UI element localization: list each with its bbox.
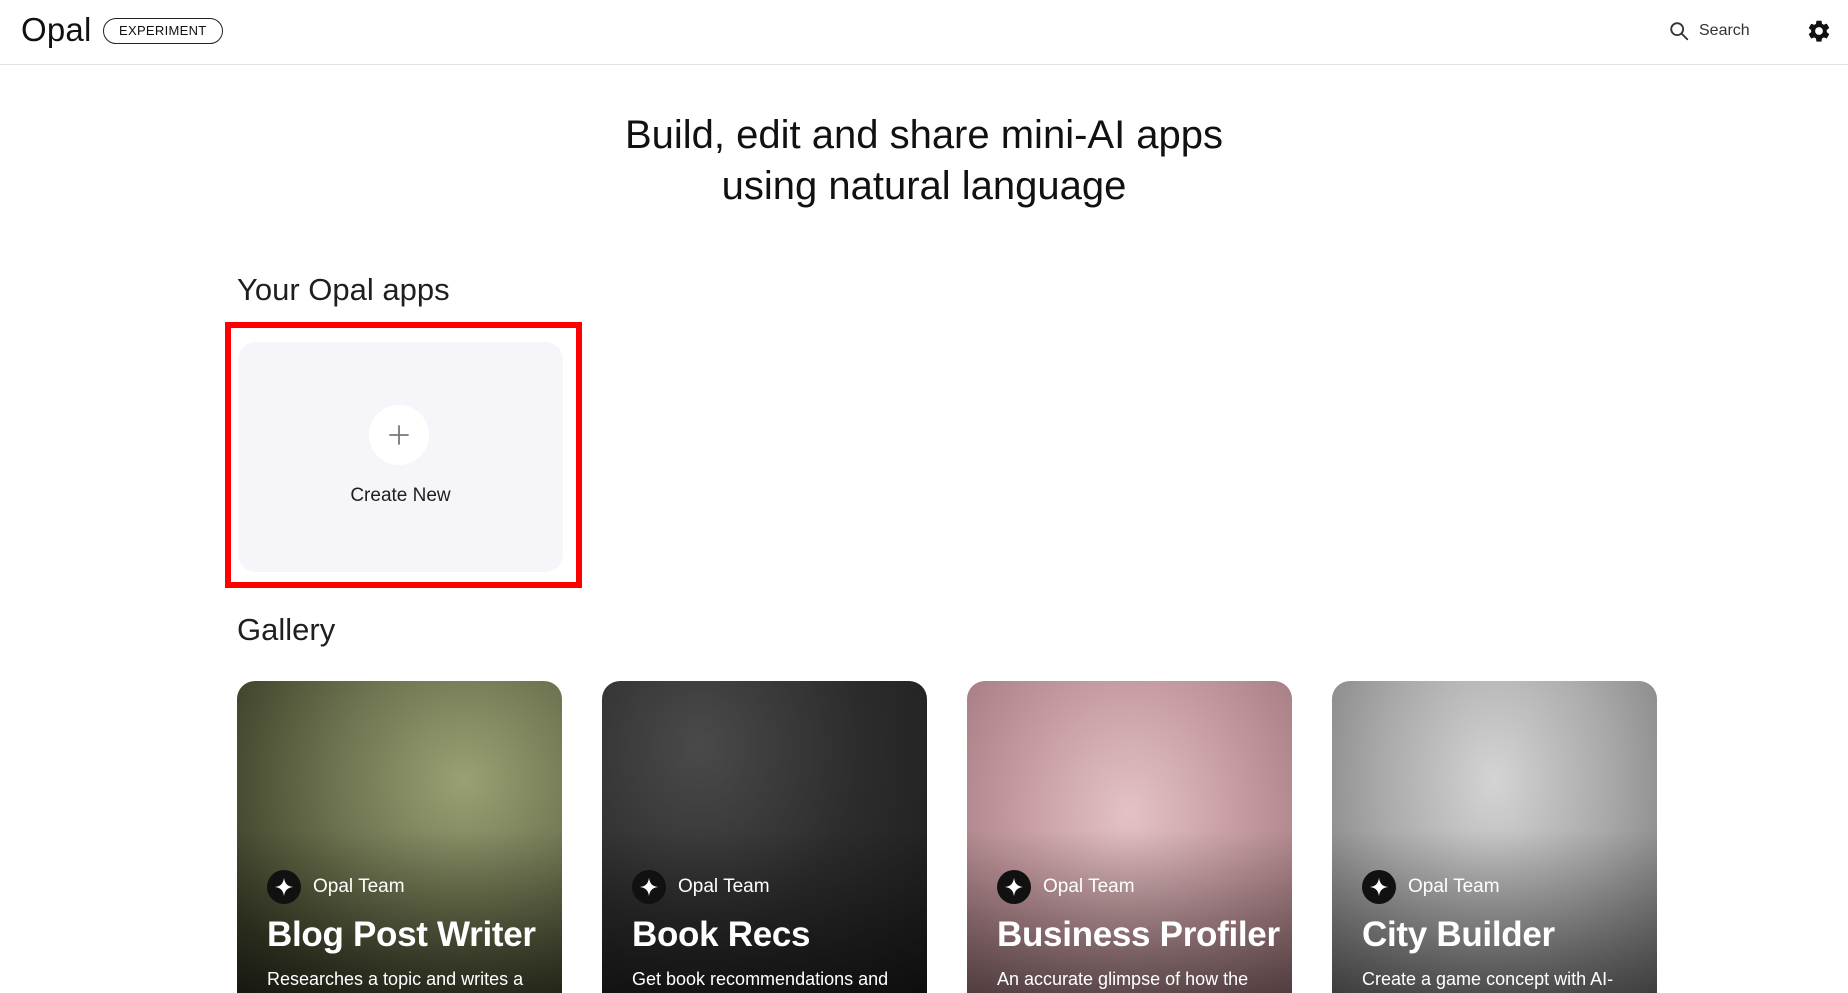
brand-logo[interactable]: Opal bbox=[21, 11, 92, 49]
sparkle-icon bbox=[1362, 870, 1396, 904]
sparkle-icon bbox=[632, 870, 666, 904]
gear-icon[interactable] bbox=[1806, 18, 1832, 44]
card-description: An accurate glimpse of how the bbox=[997, 969, 1249, 989]
card-author: Opal Team bbox=[632, 870, 770, 904]
card-author: Opal Team bbox=[1362, 870, 1500, 904]
experiment-badge: EXPERIMENT bbox=[103, 18, 223, 44]
card-title: Blog Post Writer bbox=[267, 915, 536, 954]
gallery-card-business-profiler[interactable]: Opal Team Business Profiler An accurate … bbox=[967, 681, 1292, 993]
card-description: Create a game concept with AI- bbox=[1362, 969, 1614, 989]
card-author: Opal Team bbox=[267, 870, 405, 904]
card-author-name: Opal Team bbox=[678, 876, 770, 897]
gallery-card-city-builder[interactable]: Opal Team City Builder Create a game con… bbox=[1332, 681, 1657, 993]
card-description: Get book recommendations and bbox=[632, 969, 889, 989]
top-bar: Opal EXPERIMENT Search bbox=[0, 0, 1848, 65]
create-new-label: Create New bbox=[350, 485, 451, 506]
hero-line-1: Build, edit and share mini-AI apps bbox=[624, 113, 1224, 157]
create-new-card[interactable]: Create New bbox=[238, 342, 563, 572]
plus-icon bbox=[389, 425, 409, 445]
card-title: Business Profiler bbox=[997, 915, 1280, 954]
hero-heading: Build, edit and share mini-AI apps using… bbox=[0, 110, 1848, 212]
gallery-title: Gallery bbox=[237, 612, 336, 647]
card-author-name: Opal Team bbox=[1043, 876, 1135, 897]
sparkle-icon bbox=[997, 870, 1031, 904]
search-label: Search bbox=[1699, 22, 1750, 39]
search-button[interactable]: Search bbox=[1668, 18, 1750, 44]
card-title: City Builder bbox=[1362, 915, 1555, 954]
card-description: Researches a topic and writes a bbox=[267, 969, 524, 989]
card-title: Book Recs bbox=[632, 915, 811, 954]
sparkle-icon bbox=[267, 870, 301, 904]
search-icon bbox=[1670, 22, 1689, 41]
card-author-name: Opal Team bbox=[313, 876, 405, 897]
gallery-card-book-recs[interactable]: Opal Team Book Recs Get book recommendat… bbox=[602, 681, 927, 993]
card-author-name: Opal Team bbox=[1408, 876, 1500, 897]
your-apps-title: Your Opal apps bbox=[237, 272, 450, 307]
hero-line-2: using natural language bbox=[721, 164, 1127, 208]
card-author: Opal Team bbox=[997, 870, 1135, 904]
create-new-button[interactable] bbox=[369, 405, 429, 465]
gallery-card-blog-post-writer[interactable]: Opal Team Blog Post Writer Researches a … bbox=[237, 681, 562, 993]
